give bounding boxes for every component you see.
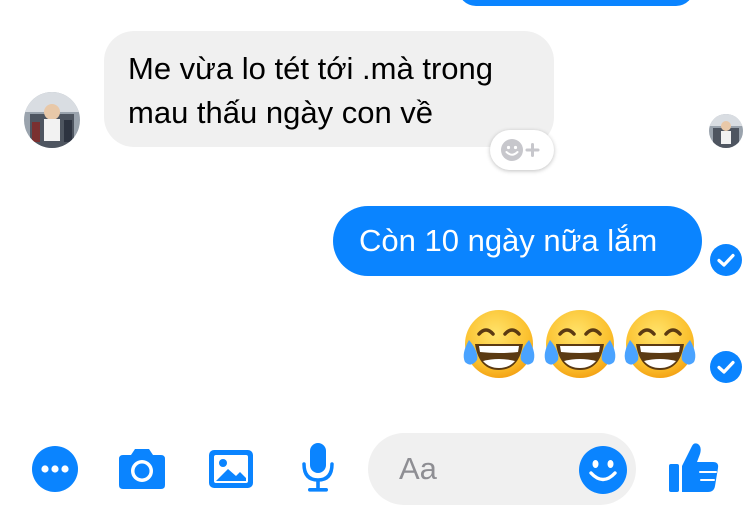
outgoing-message-text: Còn 10 ngày nữa lắm	[359, 223, 658, 258]
tears-of-joy-emoji[interactable]	[540, 304, 620, 384]
delivered-check-icon	[710, 351, 742, 383]
thumbs-up-icon[interactable]	[666, 440, 722, 496]
image-icon[interactable]	[206, 445, 256, 493]
chat-screen: Me vừa lo tét tới .mà trong mau thấu ngà…	[0, 0, 750, 521]
tears-of-joy-emoji[interactable]	[459, 304, 539, 384]
camera-icon[interactable]	[115, 445, 169, 493]
read-receipt-avatar	[709, 114, 743, 148]
tears-of-joy-emoji[interactable]	[620, 304, 700, 384]
microphone-icon[interactable]	[298, 440, 338, 496]
delivered-check-icon	[710, 244, 742, 276]
message-input-placeholder: Aa	[399, 451, 437, 486]
add-reaction-button[interactable]	[490, 130, 554, 170]
add-reaction-icon	[501, 139, 540, 161]
incoming-message-bubble[interactable]: Me vừa lo tét tới .mà trong mau thấu ngà…	[104, 31, 554, 147]
smile-icon[interactable]	[577, 444, 629, 496]
avatar-photo	[24, 92, 80, 148]
more-icon[interactable]	[31, 445, 79, 493]
contact-avatar[interactable]	[24, 92, 80, 148]
read-receipt-photo	[709, 114, 743, 148]
previous-outgoing-bubble[interactable]	[458, 0, 694, 6]
outgoing-message-bubble[interactable]: Còn 10 ngày nữa lắm	[333, 206, 702, 276]
incoming-message-text: Me vừa lo tét tới .mà trong mau thấu ngà…	[128, 51, 493, 130]
